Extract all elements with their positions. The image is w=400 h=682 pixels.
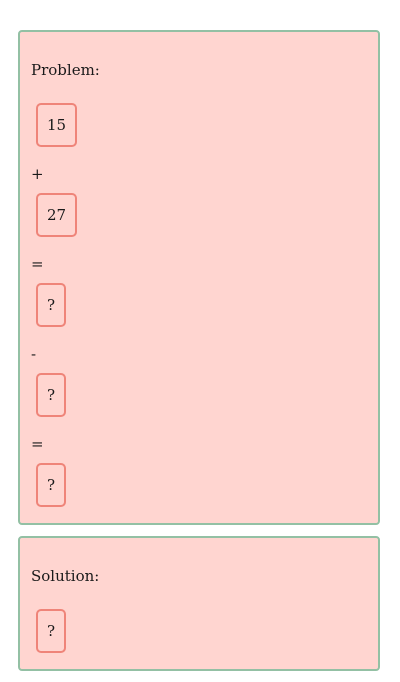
operand-3-box[interactable]: ? xyxy=(36,373,66,417)
minus-operator: - xyxy=(31,345,37,363)
solution-answer-value: ? xyxy=(46,622,56,640)
answer-2-box[interactable]: ? xyxy=(36,463,66,507)
answer-1-box[interactable]: ? xyxy=(36,283,66,327)
solution-label: Solution: xyxy=(31,567,100,585)
operand-2-box: 27 xyxy=(36,193,77,237)
equals-operator-1: = xyxy=(31,255,44,273)
operand-2-value: 27 xyxy=(46,206,67,224)
operand-1-value: 15 xyxy=(46,116,67,134)
answer-1-value: ? xyxy=(46,296,56,314)
plus-operator: + xyxy=(31,165,44,183)
operand-1-box: 15 xyxy=(36,103,77,147)
answer-2-value: ? xyxy=(46,476,56,494)
operand-3-value: ? xyxy=(46,386,56,404)
problem-card: Problem: 15 + 27 = ? - ? = ? xyxy=(18,30,380,525)
problem-label: Problem: xyxy=(31,61,100,79)
equals-operator-2: = xyxy=(31,435,44,453)
solution-answer-box[interactable]: ? xyxy=(36,609,66,653)
solution-card: Solution: ? xyxy=(18,536,380,671)
